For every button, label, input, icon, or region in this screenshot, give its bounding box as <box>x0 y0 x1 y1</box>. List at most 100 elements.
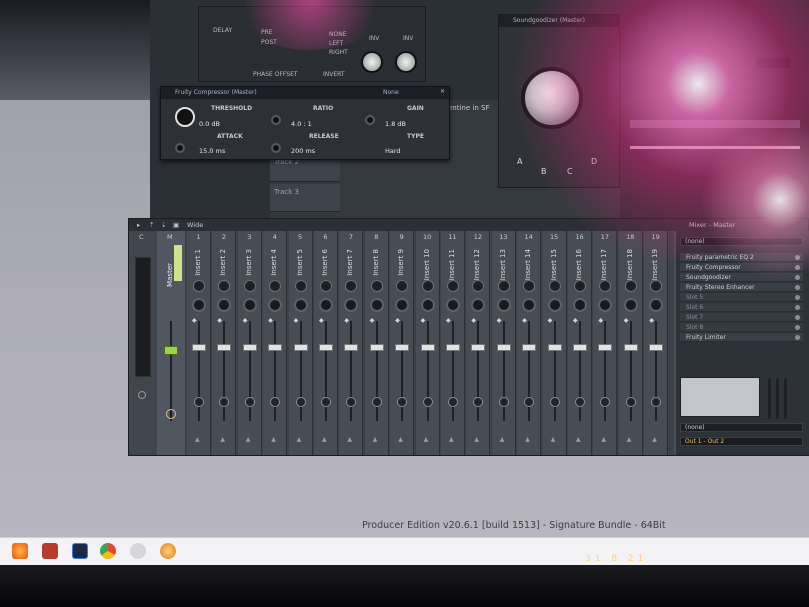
mix-knob[interactable] <box>795 305 800 310</box>
pan-knob[interactable] <box>293 298 308 312</box>
send-arrow-icon[interactable]: ▲ <box>627 436 632 443</box>
volume-fader[interactable] <box>547 344 562 351</box>
pan-knob[interactable] <box>446 298 460 312</box>
stereo-separation-icon[interactable]: ◆ <box>395 317 400 324</box>
pan-knob[interactable] <box>319 298 333 312</box>
route-icon[interactable] <box>422 397 433 407</box>
soundgoodizer-title-bar[interactable]: Soundgoodizer (Master) <box>499 15 619 27</box>
stereo-separation-icon[interactable]: ◆ <box>573 317 578 324</box>
effect-slot[interactable]: Slot 8 <box>680 323 803 332</box>
stereo-separation-icon[interactable]: ◆ <box>624 317 629 324</box>
firefox-icon[interactable] <box>12 543 28 559</box>
pan-knob[interactable] <box>496 298 511 312</box>
volume-fader[interactable] <box>446 344 460 351</box>
volume-fader[interactable] <box>598 344 613 351</box>
effect-slot[interactable]: Fruity Limiter <box>680 333 803 342</box>
mixer-insert-strip[interactable]: 17 Insert 17 ◆ ▲ <box>593 231 618 455</box>
send-arrow-icon[interactable]: ▲ <box>500 436 505 443</box>
stereo-separation-icon[interactable]: ◆ <box>294 317 299 324</box>
store-icon[interactable] <box>42 543 58 559</box>
route-icon[interactable] <box>270 397 281 407</box>
soundgoodizer-amount-knob[interactable] <box>521 67 583 129</box>
stereo-separation-icon[interactable]: ◆ <box>344 317 349 324</box>
pan-knob[interactable] <box>573 298 587 312</box>
mixer-insert-strip[interactable]: 1 Insert 1 ◆ ▲ <box>187 231 211 455</box>
mix-knob[interactable] <box>795 255 800 260</box>
pan-knob[interactable] <box>420 298 435 312</box>
mixer-insert-strip[interactable]: 12 Insert 12 ◆ ▲ <box>466 231 491 455</box>
route-icon[interactable] <box>138 391 146 399</box>
volume-fader[interactable] <box>319 344 333 351</box>
mixer-insert-strip[interactable]: 11 Insert 11 ◆ ▲ <box>441 231 465 455</box>
mix-knob[interactable] <box>795 325 800 330</box>
mixer-insert-strip[interactable]: 6 Insert 6 ◆ ▲ <box>314 231 338 455</box>
eq-band-2[interactable] <box>776 379 779 419</box>
eq-band-1[interactable] <box>768 379 771 419</box>
volume-fader[interactable] <box>471 344 486 351</box>
route-icon[interactable] <box>194 397 204 407</box>
mixer-insert-strip[interactable]: 5 Insert 5 ◆ ▲ <box>288 231 313 455</box>
route-icon[interactable] <box>448 397 458 407</box>
left-option[interactable]: LEFT <box>329 40 343 47</box>
volume-fader[interactable] <box>242 344 257 351</box>
route-icon[interactable] <box>498 397 509 407</box>
right-option[interactable]: RIGHT <box>329 49 348 56</box>
send-arrow-icon[interactable]: ▲ <box>474 436 479 443</box>
pan-knob[interactable] <box>268 298 283 312</box>
route-icon[interactable] <box>473 397 484 407</box>
send-arrow-icon[interactable]: ▲ <box>373 436 378 443</box>
mix-knob[interactable] <box>795 285 800 290</box>
stereo-separation-icon[interactable]: ◆ <box>268 317 273 324</box>
send-arrow-icon[interactable]: ▲ <box>347 436 352 443</box>
type-value[interactable]: Hard <box>385 147 401 155</box>
send-arrow-icon[interactable]: ▲ <box>322 436 327 443</box>
effect-slot[interactable]: Fruity parametric EQ 2 <box>680 253 803 262</box>
mixer-insert-strip[interactable]: 8 Insert 8 ◆ ▲ <box>364 231 389 455</box>
layout-icon[interactable]: ▣ <box>173 221 179 229</box>
mixer-insert-strip[interactable]: 14 Insert 14 ◆ ▲ <box>517 231 542 455</box>
pan-knob[interactable] <box>649 298 664 312</box>
output-select[interactable]: Out 1 - Out 2 <box>680 437 803 446</box>
stereo-separation-icon[interactable]: ◆ <box>217 317 222 324</box>
mixer-insert-strip[interactable]: 13 Insert 13 ◆ ▲ <box>491 231 516 455</box>
mode-d-button[interactable]: D <box>591 157 597 166</box>
effect-slot[interactable]: Slot 6 <box>680 303 803 312</box>
download-icon[interactable]: ⇣ <box>161 221 166 229</box>
effect-slot[interactable]: Slot 5 <box>680 293 803 302</box>
mix-knob[interactable] <box>795 295 800 300</box>
volume-fader[interactable] <box>217 344 232 351</box>
route-icon[interactable] <box>346 397 357 407</box>
route-icon[interactable] <box>397 397 408 407</box>
release-knob[interactable] <box>271 143 281 153</box>
inv-left-knob[interactable] <box>361 51 383 73</box>
wide-option[interactable]: Wide <box>187 221 203 229</box>
route-icon[interactable] <box>244 397 255 407</box>
send-arrow-icon[interactable]: ▲ <box>424 436 429 443</box>
route-icon[interactable] <box>651 397 662 407</box>
pan-knob[interactable] <box>547 298 562 312</box>
stereo-separation-icon[interactable]: ◆ <box>370 317 375 324</box>
threshold-knob[interactable] <box>175 107 195 127</box>
pan-knob[interactable] <box>192 298 206 312</box>
app-icon[interactable] <box>130 543 146 559</box>
effect-slot[interactable]: Slot 7 <box>680 313 803 322</box>
route-icon[interactable] <box>371 397 382 407</box>
fl-studio-icon[interactable] <box>160 543 176 559</box>
play-icon[interactable]: ▸ <box>137 221 140 229</box>
mode-b-button[interactable]: B <box>541 167 547 176</box>
compressor-preset[interactable]: None <box>383 89 399 96</box>
mode-a-button[interactable]: A <box>517 157 522 166</box>
chrome-icon[interactable] <box>100 543 116 559</box>
volume-fader[interactable] <box>268 344 283 351</box>
send-arrow-icon[interactable]: ▲ <box>551 436 556 443</box>
mixer-insert-strip[interactable]: 18 Insert 18 ◆ ▲ <box>618 231 643 455</box>
route-icon[interactable] <box>321 397 331 407</box>
volume-fader[interactable] <box>293 344 308 351</box>
photoshop-icon[interactable] <box>72 543 88 559</box>
master-strip[interactable]: M Master <box>157 231 185 455</box>
pan-knob[interactable] <box>217 298 232 312</box>
stereo-separation-icon[interactable]: ◆ <box>548 317 553 324</box>
none-option[interactable]: NONE <box>329 31 347 38</box>
stereo-separation-icon[interactable]: ◆ <box>421 317 426 324</box>
stereo-separation-icon[interactable]: ◆ <box>319 317 324 324</box>
